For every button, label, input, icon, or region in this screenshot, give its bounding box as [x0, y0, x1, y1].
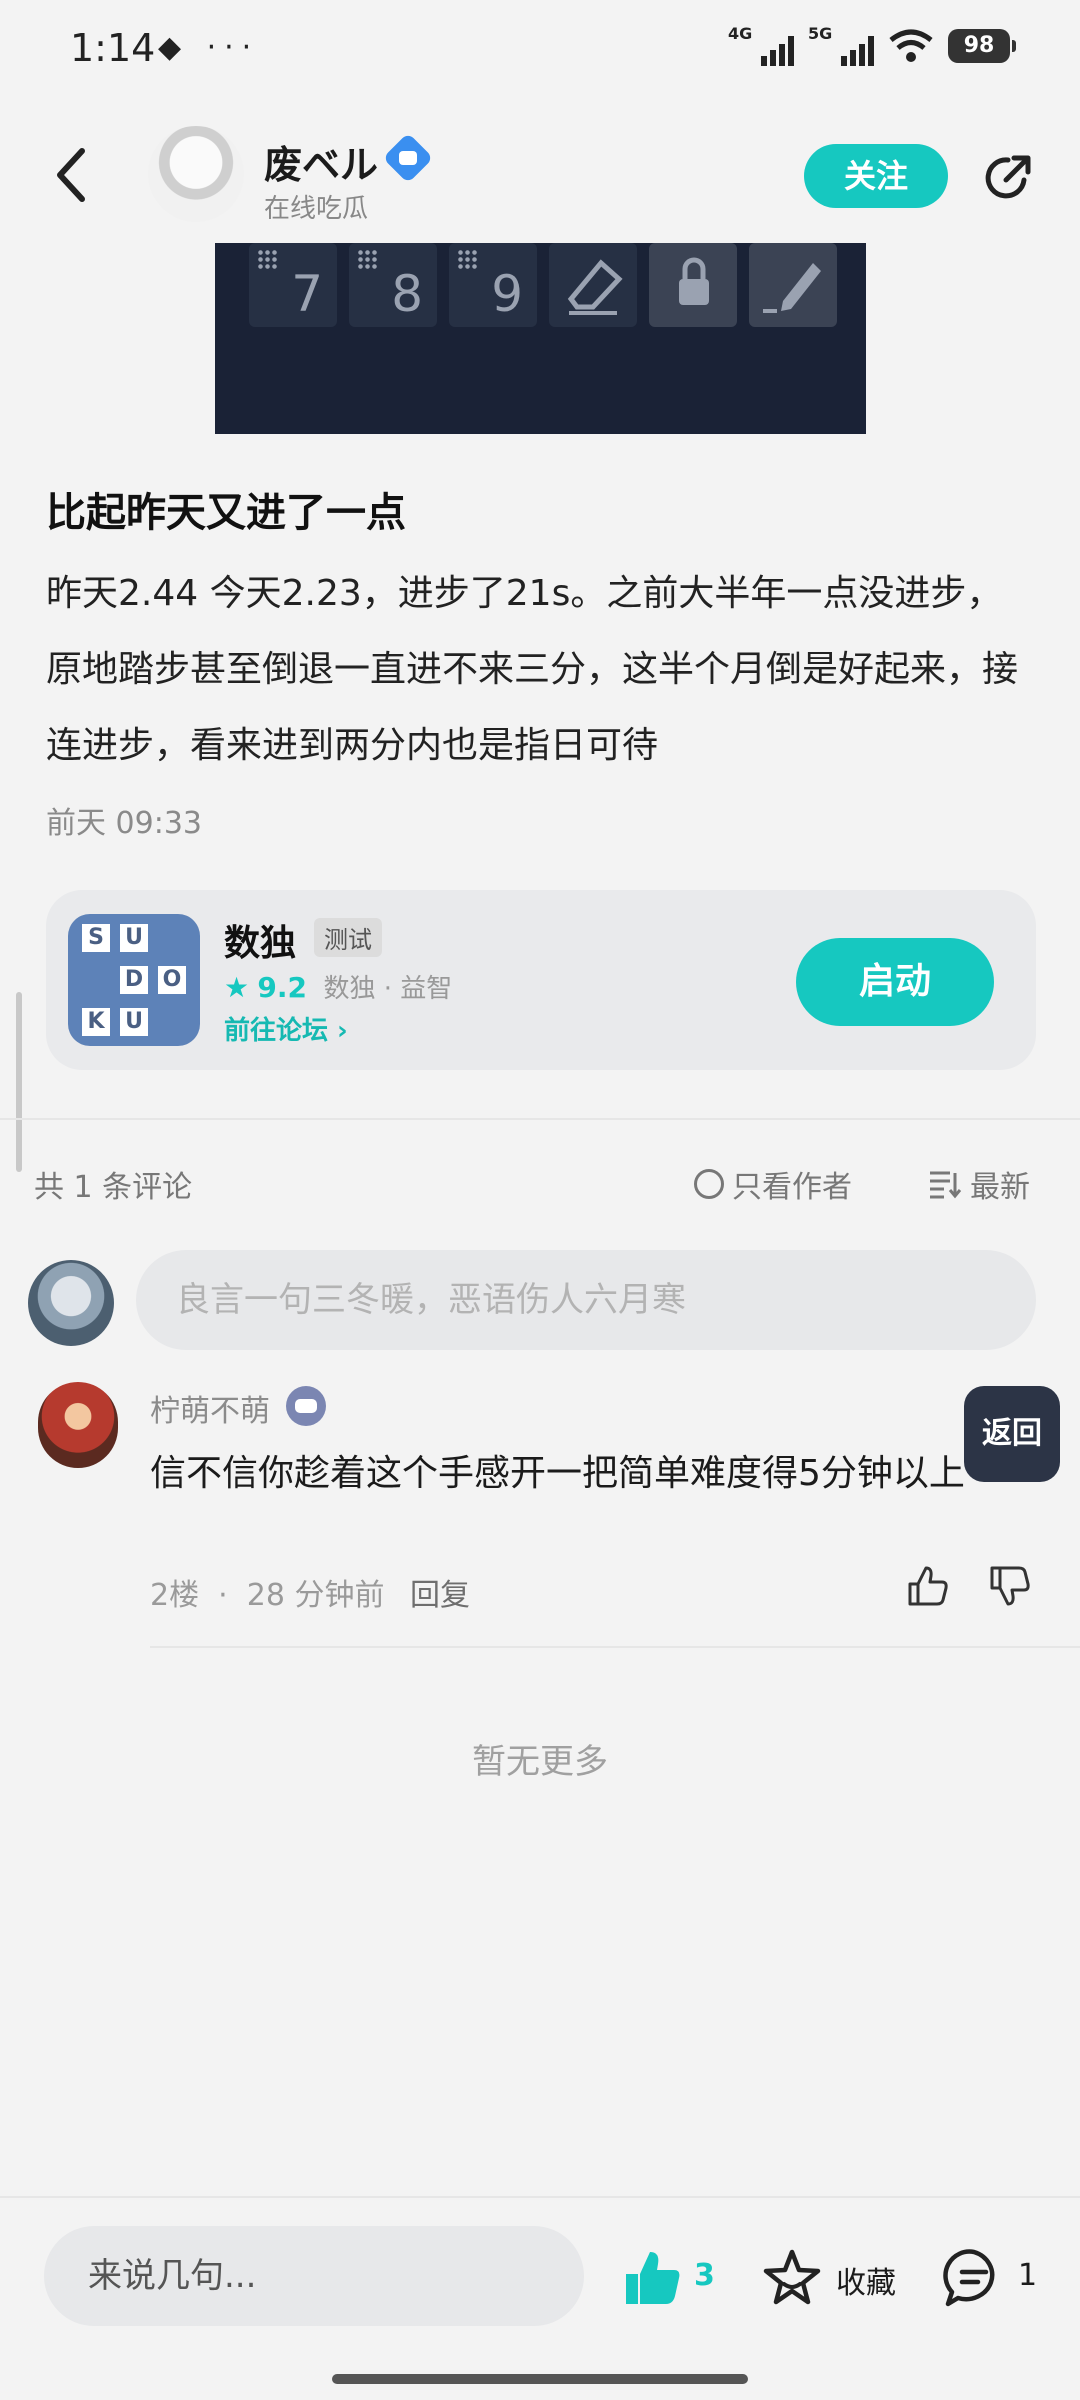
- divider: [0, 1118, 1080, 1120]
- verified-badge-icon: [382, 132, 434, 184]
- signal-5g-label: 5G: [808, 24, 833, 43]
- app-card[interactable]: S U D O K U 数独 测试 ★ 9.2 数独 · 益智 前往论坛 › 启…: [46, 890, 1036, 1070]
- wifi-icon: [889, 29, 933, 62]
- number-tile: 8: [349, 243, 437, 327]
- author-name[interactable]: 废ベル: [264, 134, 378, 189]
- lock-icon: [649, 243, 737, 327]
- thumbs-down-icon[interactable]: [988, 1564, 1032, 1608]
- comment-input[interactable]: 良言一句三冬暖，恶语伤人六月寒: [136, 1250, 1036, 1350]
- scroll-indicator: [16, 992, 22, 1172]
- number-tile: 9: [449, 243, 537, 327]
- comments-count: 共 1 条评论: [34, 1170, 193, 1205]
- sort-label: 最新: [970, 1170, 1030, 1205]
- commenter-avatar[interactable]: [38, 1382, 118, 1468]
- battery-icon: 98: [948, 29, 1016, 63]
- bottom-action-bar: 来说几句... 3 收藏 1: [0, 2196, 1080, 2400]
- post-body: 昨天2.44 今天2.23，进步了21s。之前大半年一点没进步，原地踏步甚至倒退…: [46, 573, 1019, 766]
- forum-link[interactable]: 前往论坛 ›: [224, 1010, 348, 1047]
- sort-icon: [930, 1171, 962, 1199]
- post-title: 比起昨天又进了一点: [46, 490, 406, 536]
- comment-time: 28 分钟前: [246, 1578, 385, 1613]
- back-arrow-icon[interactable]: [48, 145, 98, 205]
- like-count: 3: [694, 2258, 715, 2293]
- comment-text: 信不信你趁着这个手感开一把简单难度得5分钟以上: [150, 1453, 965, 1494]
- app-rating: 9.2: [257, 971, 307, 1004]
- divider: [150, 1646, 1080, 1648]
- app-test-tag: 测试: [314, 918, 382, 957]
- thumbs-up-icon[interactable]: [906, 1564, 950, 1608]
- signal-4g-icon: 4G: [728, 24, 794, 68]
- user-avatar: [28, 1260, 114, 1346]
- home-indicator: [332, 2374, 748, 2384]
- app-meta: ★ 9.2 数独 · 益智: [224, 968, 452, 1005]
- author-status: 在线吃瓜: [264, 194, 369, 224]
- reply-button[interactable]: 回复: [410, 1578, 470, 1613]
- launch-button[interactable]: 启动: [796, 938, 994, 1026]
- number-tile: 7: [249, 243, 337, 327]
- gamepad-badge-icon: [286, 1386, 326, 1426]
- float-back-button[interactable]: 返回: [964, 1386, 1060, 1482]
- only-author-label: 只看作者: [732, 1170, 852, 1205]
- comment-bubble-icon[interactable]: [942, 2246, 1006, 2310]
- post-image[interactable]: 7 8 9: [215, 243, 866, 434]
- commenter-name[interactable]: 柠萌不萌: [150, 1386, 270, 1430]
- app-name: 数独: [224, 923, 297, 964]
- sudoku-app-icon: S U D O K U: [68, 914, 200, 1046]
- favorite-label[interactable]: 收藏: [836, 2258, 896, 2302]
- signal-5g-icon: 5G: [808, 24, 874, 68]
- app-category: 数独 · 益智: [323, 974, 453, 1004]
- radio-circle-icon: [694, 1169, 724, 1199]
- post-time: 前天 09:33: [46, 806, 202, 841]
- sort-newest-button[interactable]: 最新: [928, 1162, 1030, 1206]
- status-bar: 1:14 ◆ ··· 4G 5G 98: [0, 0, 1080, 100]
- author-avatar[interactable]: [148, 126, 244, 222]
- bottom-comment-input[interactable]: 来说几句...: [44, 2226, 584, 2326]
- notification-icons: ◆ ···: [158, 30, 260, 65]
- no-more-label: 暂无更多: [472, 1742, 608, 1782]
- follow-button[interactable]: 关注: [804, 144, 948, 208]
- pencil-icon: [749, 243, 837, 327]
- thumbs-up-filled-icon[interactable]: [620, 2246, 684, 2310]
- status-time: 1:14: [70, 26, 156, 70]
- comment-count: 1: [1018, 2258, 1038, 2293]
- star-icon: ★: [224, 971, 250, 1004]
- share-icon[interactable]: [980, 150, 1036, 206]
- post-header: 废ベル 在线吃瓜 关注: [0, 110, 1080, 240]
- comment-floor: 2楼: [150, 1578, 200, 1613]
- star-outline-icon[interactable]: [760, 2246, 824, 2310]
- signal-4g-label: 4G: [728, 24, 753, 43]
- only-author-toggle[interactable]: 只看作者: [694, 1162, 852, 1206]
- eraser-icon: [549, 243, 637, 327]
- status-right-icons: 4G 5G 98: [728, 24, 1016, 68]
- comment-meta: 2楼 · 28 分钟前 回复: [150, 1578, 471, 1613]
